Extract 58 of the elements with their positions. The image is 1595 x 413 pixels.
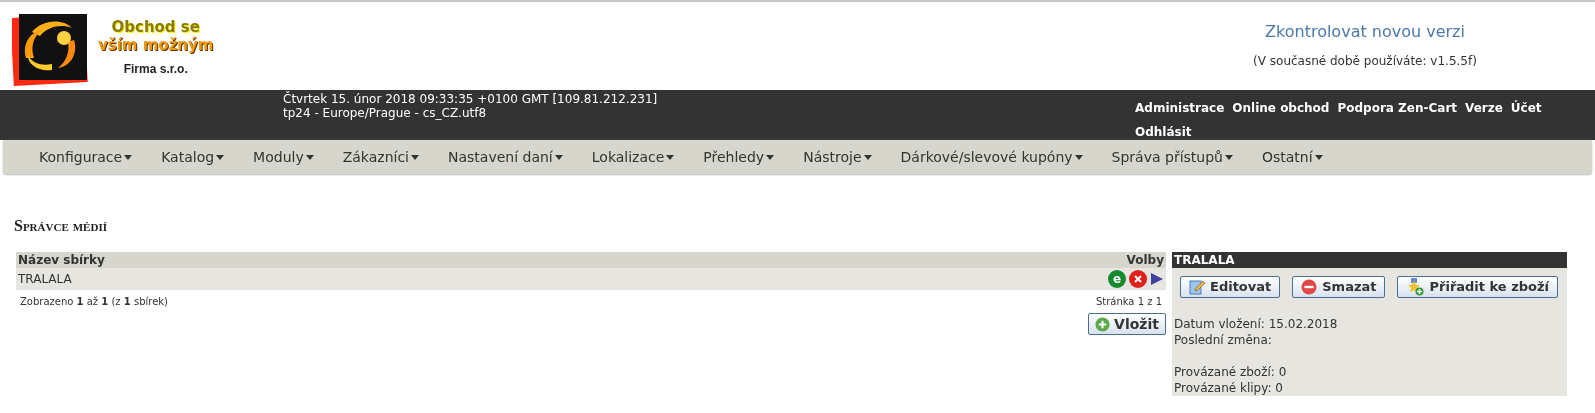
menu-item[interactable]: Dárkové/slevové kupóny <box>900 146 1083 168</box>
page-count: Stránka 1 z 1 <box>1095 295 1162 309</box>
caret-icon <box>863 154 872 160</box>
menu-item[interactable]: Lokalizace <box>591 146 675 168</box>
column-header: Název sbírky <box>18 252 105 269</box>
company-name: Firma s.r.o. <box>123 61 188 78</box>
caret-icon <box>766 154 775 160</box>
menu-item[interactable]: Konfigurace <box>39 146 133 168</box>
date-text: Čtvrtek 15. únor 2018 09:33:35 +0100 GMT [109.81.212.231] <box>283 92 659 106</box>
action-button[interactable]: Přiřadit ke zboží <box>1397 276 1559 298</box>
header-link[interactable]: Odhlásit <box>1135 120 1192 144</box>
logo-text: Obchod se <box>111 18 200 36</box>
logo-text: vším možným <box>98 36 214 54</box>
plus-circle-icon <box>1095 316 1111 332</box>
menu-item[interactable]: Nastavení daní <box>448 146 563 168</box>
collection-name: TRALALA <box>18 271 72 288</box>
table-row[interactable]: TRALALA e <box>16 268 1166 290</box>
header-link[interactable]: Administrace <box>1135 96 1225 120</box>
action-button[interactable]: Editovat <box>1180 276 1281 298</box>
insert-button[interactable]: Vložit <box>1088 313 1166 335</box>
caret-icon <box>305 154 314 160</box>
detail-line: Provázané zboží: 0 <box>1174 364 1288 380</box>
caret-icon <box>1224 154 1233 160</box>
caret-icon <box>1314 154 1323 160</box>
page-title: Správce médií <box>14 216 108 236</box>
header-link[interactable]: Online obchod <box>1232 96 1330 120</box>
caret-icon <box>411 154 419 160</box>
menu-item[interactable]: Nástroje <box>803 146 872 168</box>
detail-line: Poslední změna: <box>1174 332 1273 348</box>
delete-icon[interactable] <box>1129 270 1147 288</box>
menu-item[interactable]: Zákazníci <box>342 146 419 168</box>
results-summary: Zobrazeno 1 až 1 (z 1 sbírek) <box>20 295 168 309</box>
menu-item[interactable]: Moduly <box>253 146 314 168</box>
panel-title: TRALALA <box>1172 252 1567 268</box>
pencil-icon <box>1189 279 1205 295</box>
menu-item[interactable]: Ostatní <box>1261 146 1323 168</box>
check-version-link[interactable]: Zkontrolovat novou verzi <box>1265 20 1465 44</box>
minus-circle-icon <box>1301 279 1318 295</box>
header-link[interactable]: Podpora Zen-Cart <box>1337 96 1458 120</box>
edit-icon[interactable]: e <box>1108 270 1126 288</box>
menu-item[interactable]: Katalog <box>161 146 225 168</box>
detail-line: Provázané klipy: 0 <box>1174 380 1284 396</box>
caret-icon <box>216 154 225 160</box>
detail-line: Datum vložení: 15.02.2018 <box>1174 316 1339 332</box>
header-link[interactable]: Verze <box>1465 96 1503 120</box>
caret-icon <box>1074 154 1083 160</box>
header-link[interactable]: Účet <box>1510 96 1542 120</box>
caret-icon <box>666 154 675 160</box>
menu-item[interactable]: Přehledy <box>703 146 775 168</box>
caret-icon <box>554 154 563 160</box>
column-header: Volby <box>1126 252 1164 269</box>
action-button[interactable]: Smazat <box>1292 276 1386 298</box>
caret-icon <box>124 154 133 160</box>
star-plus-icon <box>1406 278 1425 296</box>
menu-item[interactable]: Správa přístupů <box>1111 146 1233 168</box>
version-note: (V současné době používáte: v1.5.5f) <box>1253 53 1477 70</box>
locale-text: tp24 - Europe/Prague - cs_CZ.utf8 <box>283 106 488 120</box>
play-icon[interactable] <box>1150 272 1164 286</box>
